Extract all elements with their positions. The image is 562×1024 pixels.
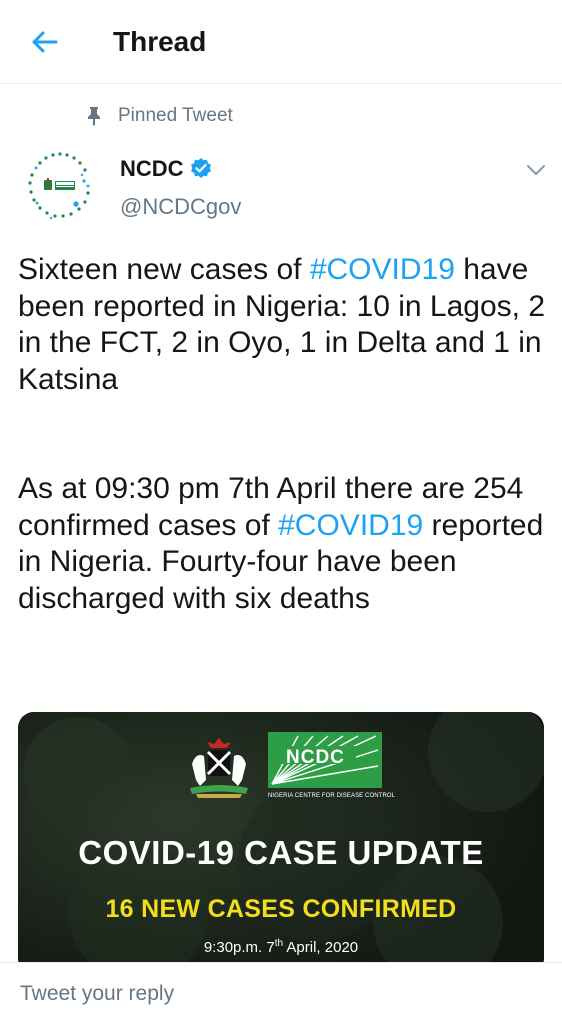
tweet-text-segment: Sixteen new cases of: [18, 253, 310, 286]
pinned-label: Pinned Tweet: [118, 105, 233, 126]
reply-bar: [0, 962, 562, 1024]
media-date-sup: th: [274, 938, 284, 949]
tweet-text: Sixteen new cases of #COVID19 have been …: [18, 252, 548, 617]
media-subheadline: 16 NEW CASES CONFIRMED: [105, 895, 457, 923]
top-bar: Thread: [0, 0, 562, 84]
reply-input[interactable]: [0, 963, 562, 1024]
page-title: Thread: [113, 26, 207, 57]
author-name[interactable]: NCDC: [120, 156, 184, 182]
verified-badge-icon: [189, 157, 213, 181]
media-headline: COVID-19 CASE UPDATE: [78, 834, 484, 871]
tweet-paragraph-1: Sixteen new cases of #COVID19 have been …: [18, 252, 548, 398]
back-button[interactable]: [24, 24, 64, 60]
author-handle[interactable]: @NCDCgov: [120, 194, 241, 220]
media-date-prefix: 9:30p.m. 7: [203, 939, 275, 956]
arrow-left-icon: [32, 31, 58, 53]
pinned-indicator: Pinned Tweet: [84, 103, 233, 129]
pin-icon: [84, 105, 104, 127]
ncdc-logo-text: NCDC: [286, 747, 345, 768]
tweet-menu-button[interactable]: [522, 156, 550, 184]
media-date-suffix: April, 2020: [283, 939, 359, 956]
media-date: 9:30p.m. 7th April, 2020: [18, 938, 544, 956]
hashtag-link[interactable]: #COVID19: [278, 509, 423, 542]
ncdc-logo-caption: NIGERIA CENTRE FOR DISEASE CONTROL: [268, 793, 396, 799]
tweet-media-image[interactable]: NCDC NIGERIA CENTRE FOR DISEASE CONTROL …: [18, 712, 544, 974]
coat-of-arms-icon: [190, 738, 248, 798]
chevron-down-icon: [527, 165, 545, 175]
hashtag-link[interactable]: #COVID19: [310, 253, 455, 286]
avatar[interactable]: [18, 145, 100, 227]
tweet-paragraph-2: As at 09:30 pm 7th April there are 254 c…: [18, 471, 548, 617]
